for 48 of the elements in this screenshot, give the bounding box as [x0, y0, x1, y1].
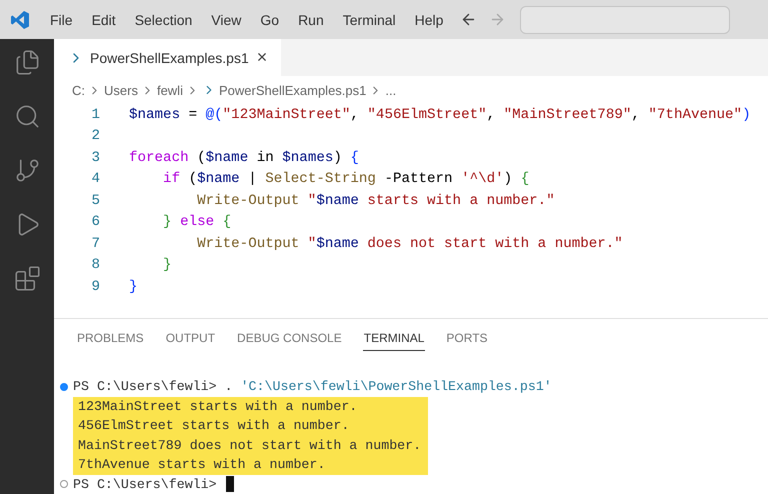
close-icon[interactable]: ×: [256, 47, 268, 68]
menu-item[interactable]: Terminal: [342, 12, 396, 28]
panel-tab[interactable]: DEBUG CONSOLE: [236, 331, 343, 351]
code-line: foreach ($name in $names) {: [129, 150, 359, 166]
editor-tab[interactable]: PowerShellExamples.ps1 ×: [54, 39, 282, 76]
menu-item[interactable]: Selection: [134, 12, 192, 28]
breadcrumb[interactable]: PowerShellExamples.ps1: [218, 82, 366, 98]
line-number: 4: [90, 171, 101, 188]
menu-item[interactable]: Help: [414, 12, 444, 28]
line-number: 6: [90, 214, 101, 230]
breadcrumb[interactable]: Users: [104, 82, 138, 98]
terminal-prompt: PS C:\Users\fewli>: [73, 379, 218, 394]
panel-tab[interactable]: OUTPUT: [164, 331, 216, 351]
line-number: 5: [90, 192, 101, 209]
line-number: 9: [90, 278, 101, 295]
code-line: } else {: [162, 214, 232, 230]
menu-item[interactable]: View: [211, 12, 242, 28]
search-field[interactable]: [520, 6, 730, 34]
menu-item[interactable]: Go: [260, 12, 280, 28]
text-cursor: [226, 476, 234, 492]
terminal-command: .: [224, 379, 234, 394]
code-line: $names = @("123MainStreet", "456ElmStreet", "MainStreet789", "7thAvenue"): [129, 106, 751, 123]
breadcrumb[interactable]: C:: [72, 82, 85, 98]
line-number: 7: [90, 236, 101, 252]
code-line: }: [129, 278, 138, 295]
menu-item[interactable]: Edit: [92, 12, 116, 28]
panel-tab[interactable]: PORTS: [445, 331, 489, 351]
extensions-icon[interactable]: [14, 265, 40, 292]
code-line: Write-Output "$name starts with a number.": [196, 192, 555, 209]
menu-item[interactable]: File: [50, 12, 73, 28]
line-number: 1: [90, 106, 101, 123]
code-line: Write-Output "$name does not start with a number.": [196, 236, 623, 252]
panel-tab[interactable]: TERMINAL: [362, 331, 426, 351]
branch-icon[interactable]: [14, 157, 40, 184]
script-path: 'C:\Users\fewli\PowerShellExamples.ps1': [240, 379, 552, 394]
menu-item[interactable]: Run: [298, 12, 324, 28]
line-number: 8: [90, 257, 101, 274]
breadcrumb[interactable]: fewli: [156, 82, 183, 98]
files-icon[interactable]: [14, 49, 40, 76]
code-line: if ($name | Select-String -Pattern '^\d') {: [162, 171, 530, 188]
panel-tab[interactable]: PROBLEMS: [76, 331, 145, 351]
code-line: }: [162, 257, 172, 274]
breadcrumb[interactable]: ...: [385, 82, 396, 98]
line-number: 2: [90, 128, 101, 144]
editor-logo-icon: [10, 10, 30, 30]
line-number: 3: [90, 150, 101, 166]
terminal-prompt: PS C:\Users\fewli>: [73, 476, 217, 492]
search-icon[interactable]: [14, 103, 40, 130]
